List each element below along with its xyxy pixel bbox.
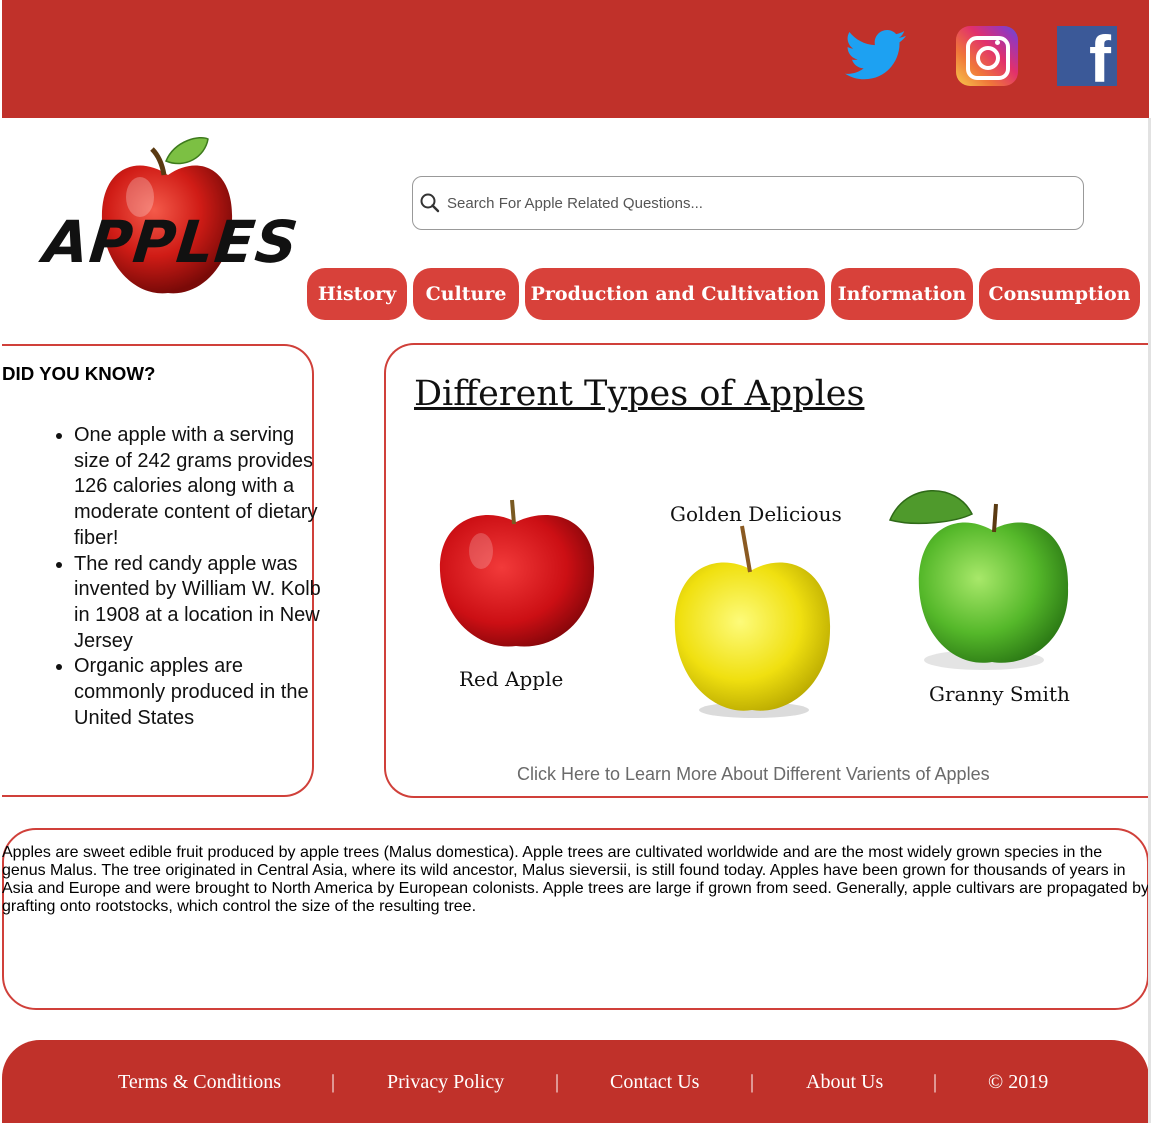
search-input[interactable] <box>445 193 1049 213</box>
apple-label-golden-delicious: Golden Delicious <box>670 502 842 526</box>
footer-separator: | <box>331 1071 336 1093</box>
did-you-know-title: DID YOU KNOW? <box>2 362 156 384</box>
nav-information[interactable]: Information <box>831 268 973 320</box>
nav-history[interactable]: History <box>307 268 407 320</box>
footer-separator: | <box>750 1071 755 1093</box>
twitter-icon[interactable] <box>845 24 907 86</box>
granny-smith-image[interactable] <box>886 482 1072 678</box>
footer-copyright: © 2019 <box>988 1071 1049 1093</box>
footer-about-link[interactable]: About Us <box>806 1071 883 1094</box>
search-icon <box>420 193 440 213</box>
footer-terms-link[interactable]: Terms & Conditions <box>118 1071 281 1094</box>
red-apple-image[interactable] <box>436 496 598 652</box>
footer-privacy-link[interactable]: Privacy Policy <box>387 1071 504 1094</box>
fact-item: The red candy apple was invented by Will… <box>74 552 324 655</box>
nav-production-and-cultivation[interactable]: Production and Cultivation <box>525 268 825 320</box>
search-bar[interactable] <box>412 176 1084 230</box>
nav-consumption[interactable]: Consumption <box>979 268 1140 320</box>
learn-more-link[interactable]: Click Here to Learn More About Different… <box>517 764 990 785</box>
facebook-icon[interactable]: f <box>1057 26 1117 86</box>
did-you-know-list: One apple with a serving size of 242 gra… <box>50 423 324 731</box>
apple-label-granny-smith: Granny Smith <box>929 682 1070 706</box>
fact-item: One apple with a serving size of 242 gra… <box>74 423 324 552</box>
golden-delicious-image[interactable] <box>670 524 836 720</box>
footer-contact-link[interactable]: Contact Us <box>610 1071 699 1094</box>
about-apples-text: Apples are sweet edible fruit produced b… <box>2 844 1150 915</box>
apple-types-title: Different Types of Apples <box>414 374 865 414</box>
fact-item: Organic apples are commonly produced in … <box>74 654 324 731</box>
footer-separator: | <box>555 1071 560 1093</box>
instagram-icon[interactable] <box>956 26 1018 86</box>
footer-separator: | <box>933 1071 938 1093</box>
nav-culture[interactable]: Culture <box>413 268 519 320</box>
logo-text: APPLES <box>40 208 302 276</box>
apple-label-red-apple: Red Apple <box>459 667 564 691</box>
